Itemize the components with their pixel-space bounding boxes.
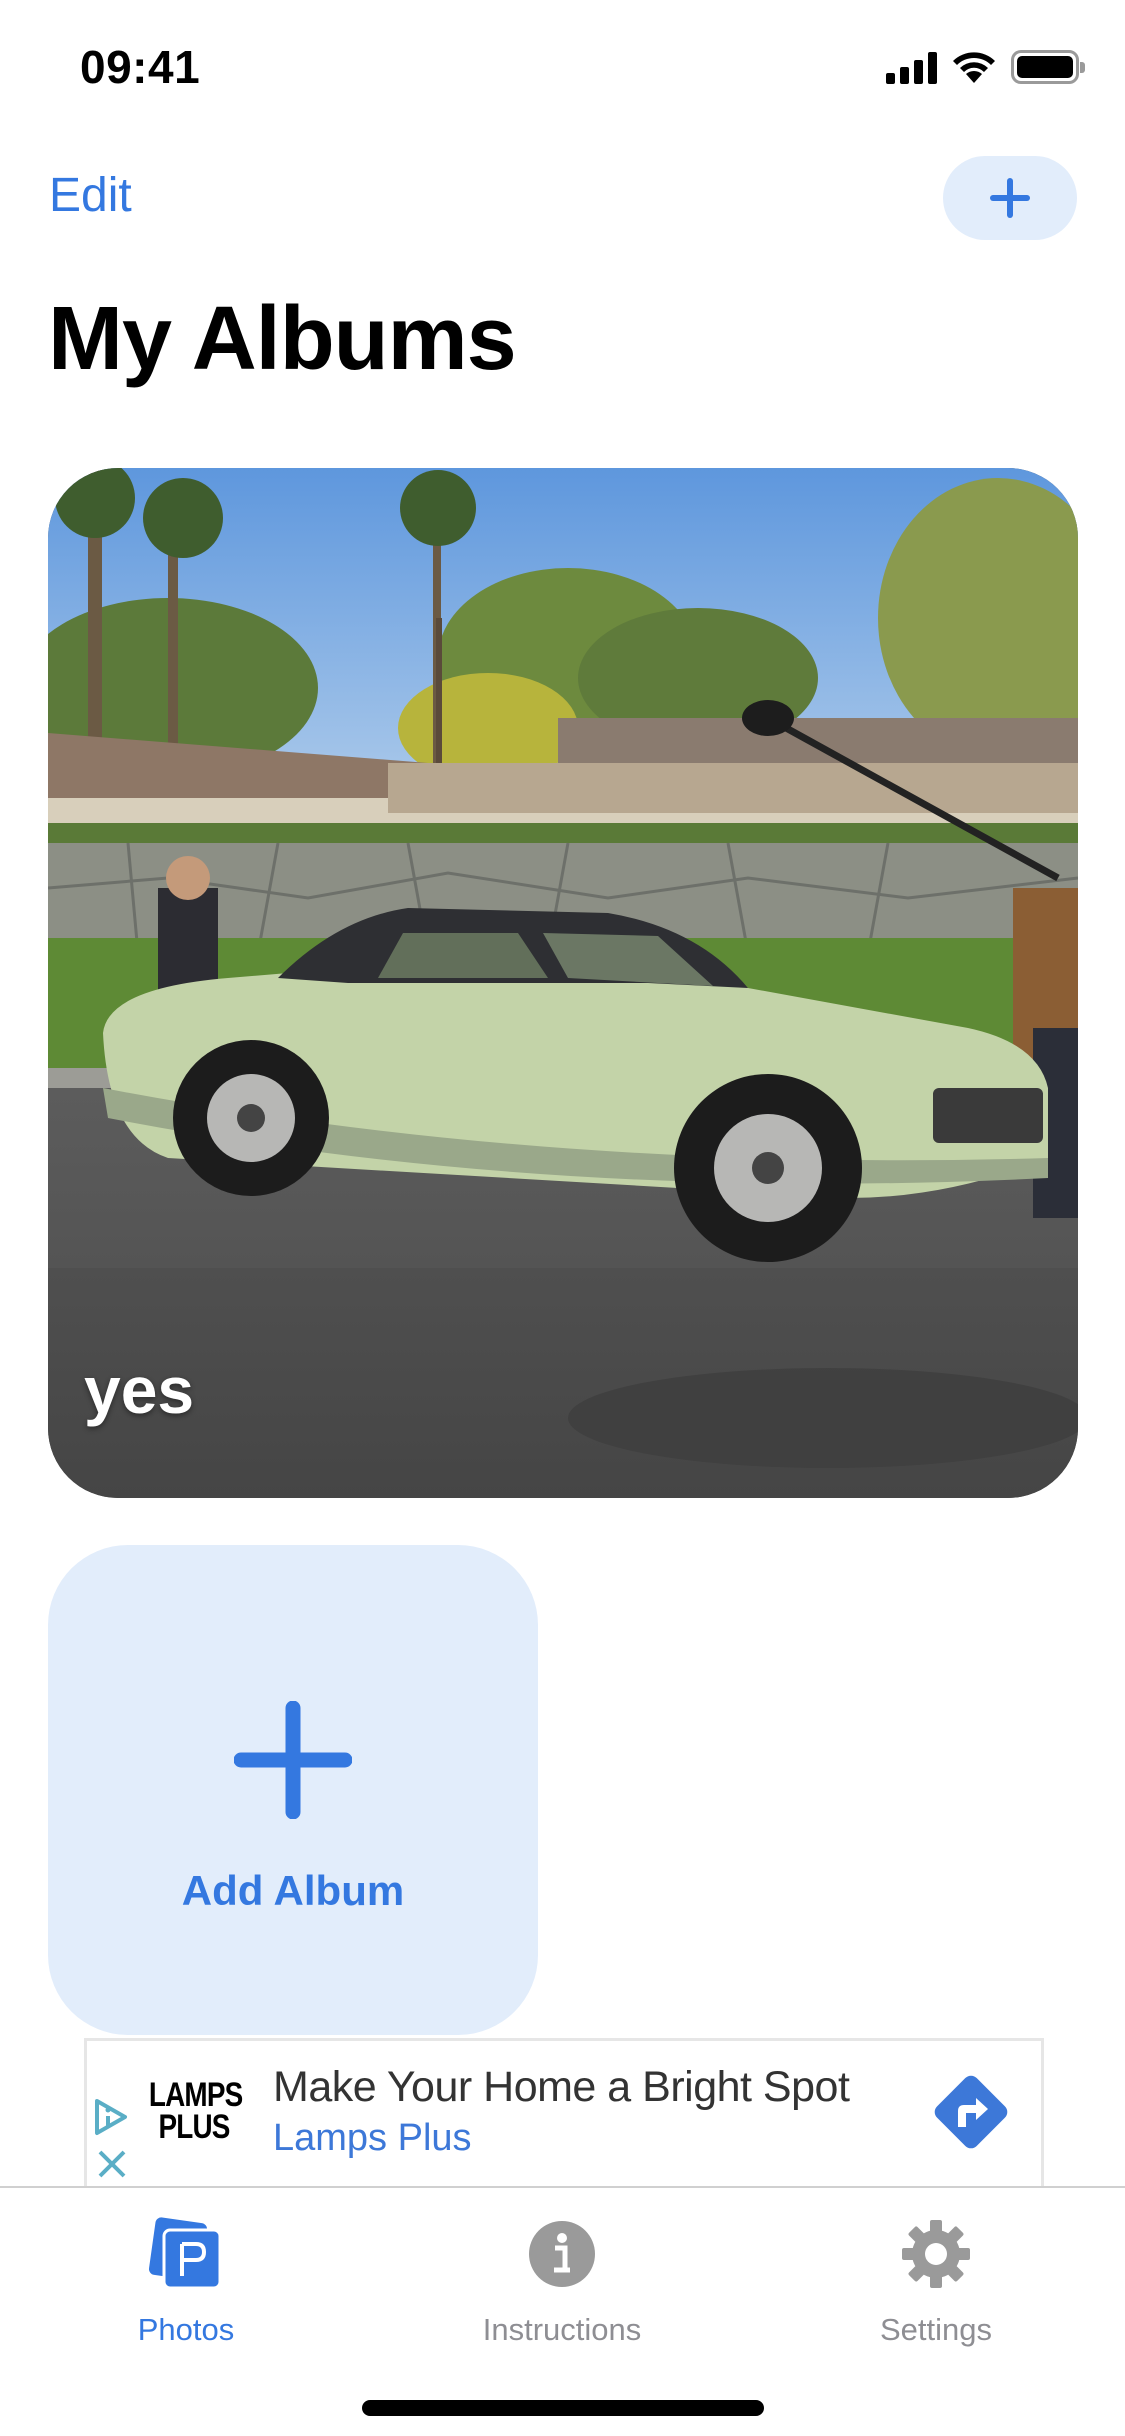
add-album-label: Add Album [181,1867,405,1914]
album-card[interactable]: yes [48,468,1078,1498]
plus-icon [234,1701,352,1819]
status-icons [886,50,1085,84]
wifi-icon [953,52,995,83]
photos-icon [148,2217,222,2290]
edit-button[interactable]: Edit [49,168,132,223]
tab-settings[interactable]: Settings [786,2188,1086,2348]
status-bar: 09:41 [0,0,1125,132]
ad-logo-line1: LAMPS [148,2076,243,2114]
ad-logo-line2: PLUS [158,2108,230,2146]
plus-icon [990,178,1030,218]
ad-logo: LAMPS PLUS [139,2076,249,2146]
info-icon [529,2221,595,2287]
status-time: 09:41 [80,41,201,93]
ad-headline[interactable]: Make Your Home a Bright Spot [273,2063,850,2112]
cellular-signal-icon [886,50,937,84]
album-title: yes [84,1353,195,1427]
ad-advertiser[interactable]: Lamps Plus [273,2117,472,2160]
page-title: My Albums [48,289,517,389]
tab-label: Instructions [482,2312,642,2347]
battery-icon [1011,50,1085,84]
ad-close-icon[interactable] [97,2149,127,2179]
tab-bar: Photos Instructions Settings [0,2186,1125,2436]
tab-instructions[interactable]: Instructions [412,2188,712,2348]
tab-label: Photos [137,2312,235,2347]
directions-arrow-icon[interactable] [930,2071,1012,2153]
ad-info-icon[interactable] [93,2097,129,2137]
tab-photos[interactable]: Photos [36,2188,336,2348]
add-album-card[interactable]: Add Album [48,1545,538,2035]
gear-icon [902,2220,970,2288]
album-thumbnail [48,468,1078,1498]
home-indicator[interactable] [362,2400,764,2416]
ad-banner[interactable]: LAMPS PLUS Make Your Home a Bright Spot … [84,2038,1044,2188]
tab-label: Settings [879,2312,992,2347]
add-album-top-button[interactable] [943,156,1077,240]
